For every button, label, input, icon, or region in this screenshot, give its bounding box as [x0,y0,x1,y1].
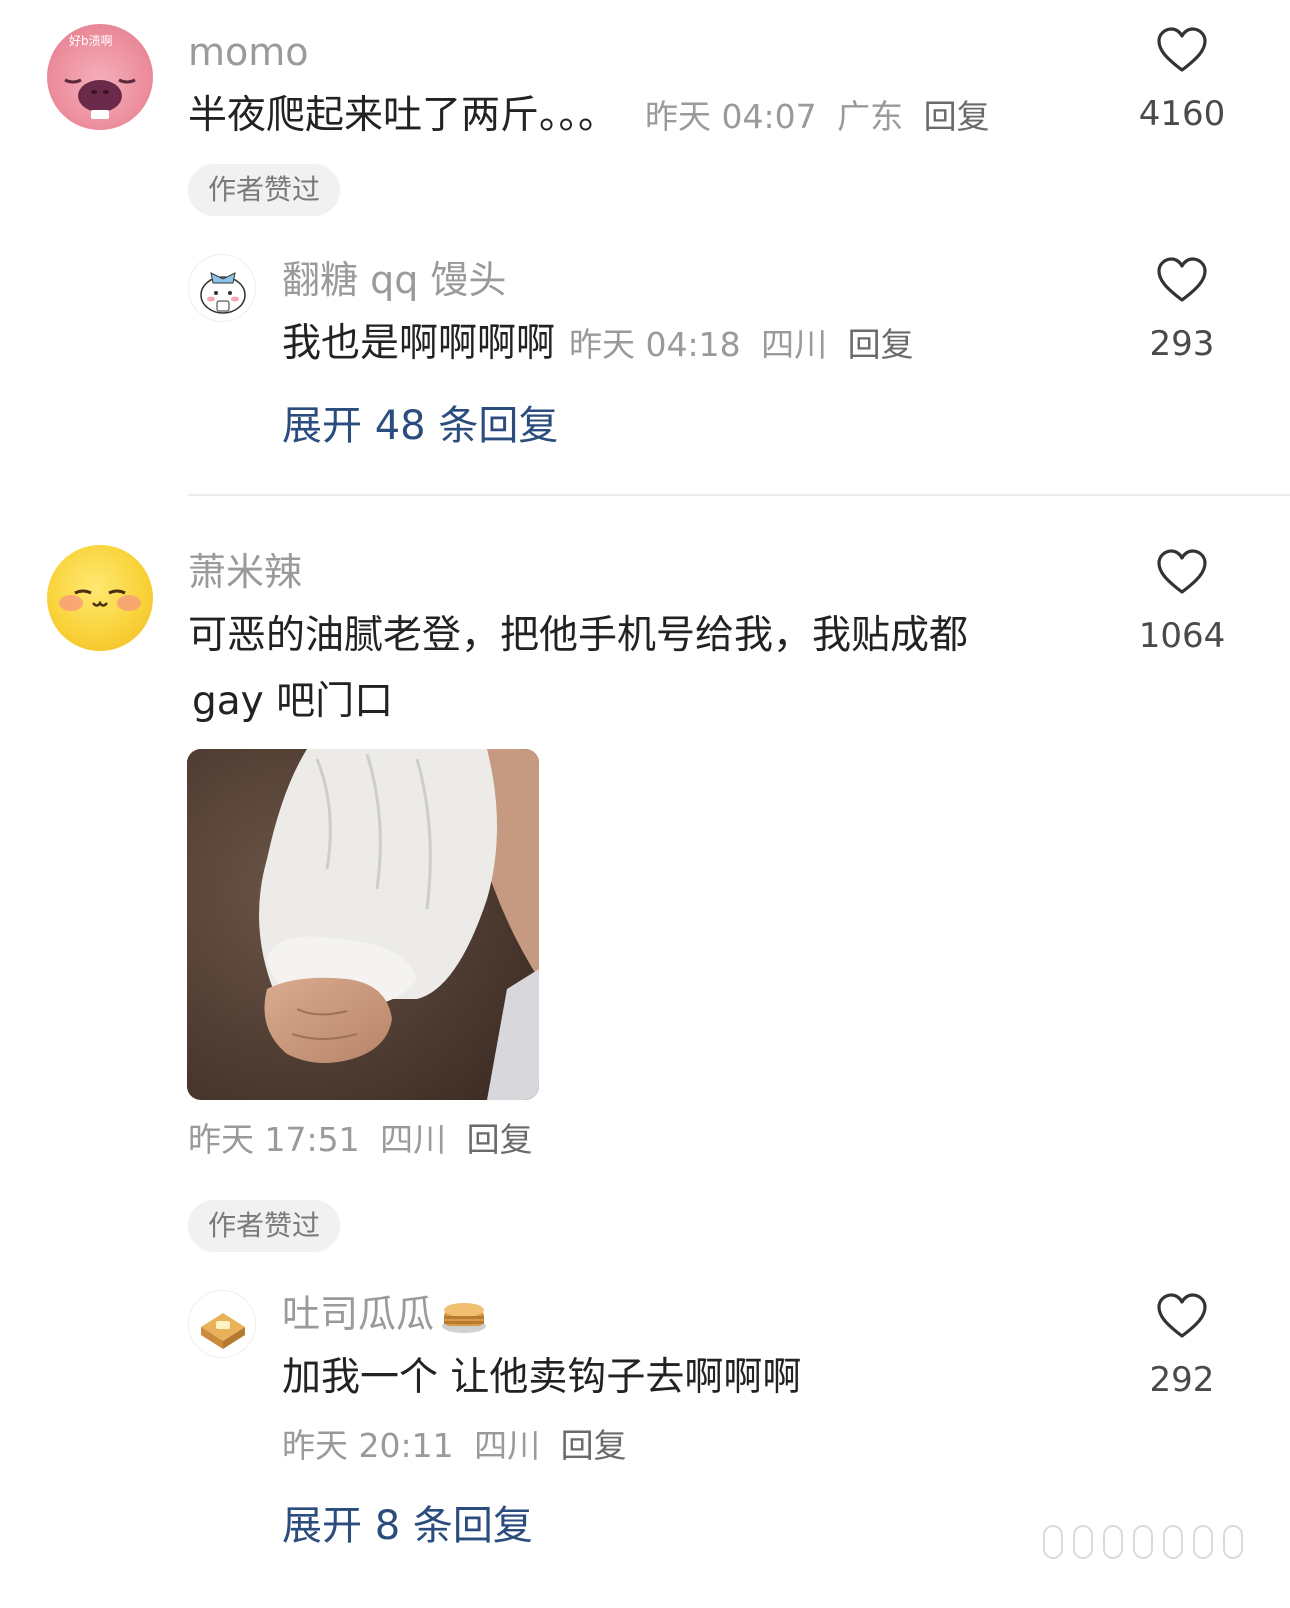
reply-text: 我也是啊啊啊啊 [282,321,556,366]
comment-text-line-1: 可恶的油腻老登，把他手机号给我，我贴成都 [188,613,969,658]
comment-time: 昨天 17:51 [188,1120,360,1159]
avatar-momo[interactable]: 好b渍啊 [47,24,153,130]
heart-outline-icon [1157,257,1207,302]
reply-time: 昨天 20:11 [282,1426,454,1465]
comment-attached-image[interactable] [187,749,539,1100]
reply-body-row: 我也是啊啊啊啊 昨天 04:18 四川 回复 [282,320,914,368]
avatar-reply-tusi[interactable] [188,1290,256,1358]
reply-location: 四川 [761,325,828,364]
reply-meta: 昨天 04:18 四川 回复 [569,325,914,365]
reply-text: 加我一个 让他卖钩子去啊啊啊 [282,1355,802,1400]
toast-avatar-icon [201,1313,245,1349]
like-button[interactable]: 1064 [1122,548,1242,656]
comment-text: 半夜爬起来吐了两斤。。。 [188,93,618,138]
like-count: 4160 [1138,94,1226,134]
reply-button[interactable]: 回复 [467,1120,533,1159]
like-count: 1064 [1138,616,1226,656]
comment-body-row: 半夜爬起来吐了两斤。。。 昨天 04:07 广东 回复 [188,92,990,140]
reply-location: 四川 [474,1426,541,1465]
heart-outline-icon [1157,549,1207,594]
comment-location: 广东 [837,97,904,136]
author-liked-badge: 作者赞过 [188,1200,341,1252]
comment-divider [188,494,1290,496]
like-button[interactable]: 293 [1122,256,1242,364]
reply-username[interactable]: 吐司瓜瓜 [282,1292,434,1336]
reply-username-row: 吐司瓜瓜 [282,1292,488,1336]
comment-username[interactable]: momo [188,30,309,74]
pancake-emoji-icon [442,1303,487,1333]
reply-button[interactable]: 回复 [924,97,990,136]
author-liked-badge: 作者赞过 [188,164,341,216]
comment-location: 四川 [380,1120,447,1159]
expand-replies-link[interactable]: 展开 8 条回复 [282,1502,533,1550]
heart-outline-icon [1157,27,1207,72]
cartoon-bear-avatar-icon [200,272,246,314]
like-count: 292 [1149,1360,1215,1400]
comment-meta: 昨天 17:51 四川 回复 [188,1120,533,1160]
reply-username[interactable]: 翻糖 qq 馒头 [282,258,506,302]
weibo-watermark-icon [1040,1520,1268,1564]
like-button[interactable]: 292 [1122,1292,1242,1400]
avatar-reply-fantang[interactable] [188,254,256,322]
comment-username[interactable]: 萧米辣 [188,550,302,594]
reply-button[interactable]: 回复 [848,325,914,364]
comment-meta: 昨天 04:07 广东 回复 [645,97,990,137]
like-count: 293 [1149,324,1215,364]
reply-button[interactable]: 回复 [561,1426,627,1465]
heart-outline-icon [1157,1293,1207,1338]
avatar-xiaomila[interactable] [47,545,153,651]
comment-text-line-2: gay 吧门口 [192,679,394,724]
reply-meta: 昨天 20:11 四川 回复 [282,1426,627,1466]
like-button[interactable]: 4160 [1122,26,1242,134]
comment-time: 昨天 04:07 [645,97,817,136]
expand-replies-link[interactable]: 展开 48 条回复 [282,402,558,450]
reply-time: 昨天 04:18 [569,325,741,364]
baby-fist-photo [187,749,539,1100]
blushing-emoji-avatar-icon [59,589,141,611]
avatar-badge-text: 好b渍啊 [69,34,113,48]
